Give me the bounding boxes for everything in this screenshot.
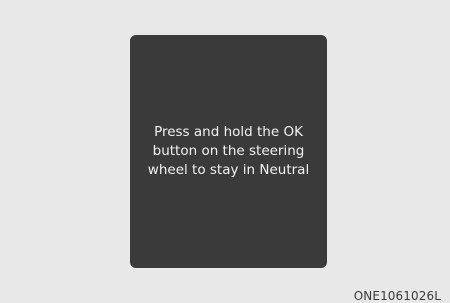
instrument-cluster-display: Press and hold the OK button on the stee… xyxy=(130,35,327,268)
figure-code: ONE1061026L xyxy=(353,289,441,303)
display-message: Press and hold the OK button on the stee… xyxy=(147,124,310,178)
